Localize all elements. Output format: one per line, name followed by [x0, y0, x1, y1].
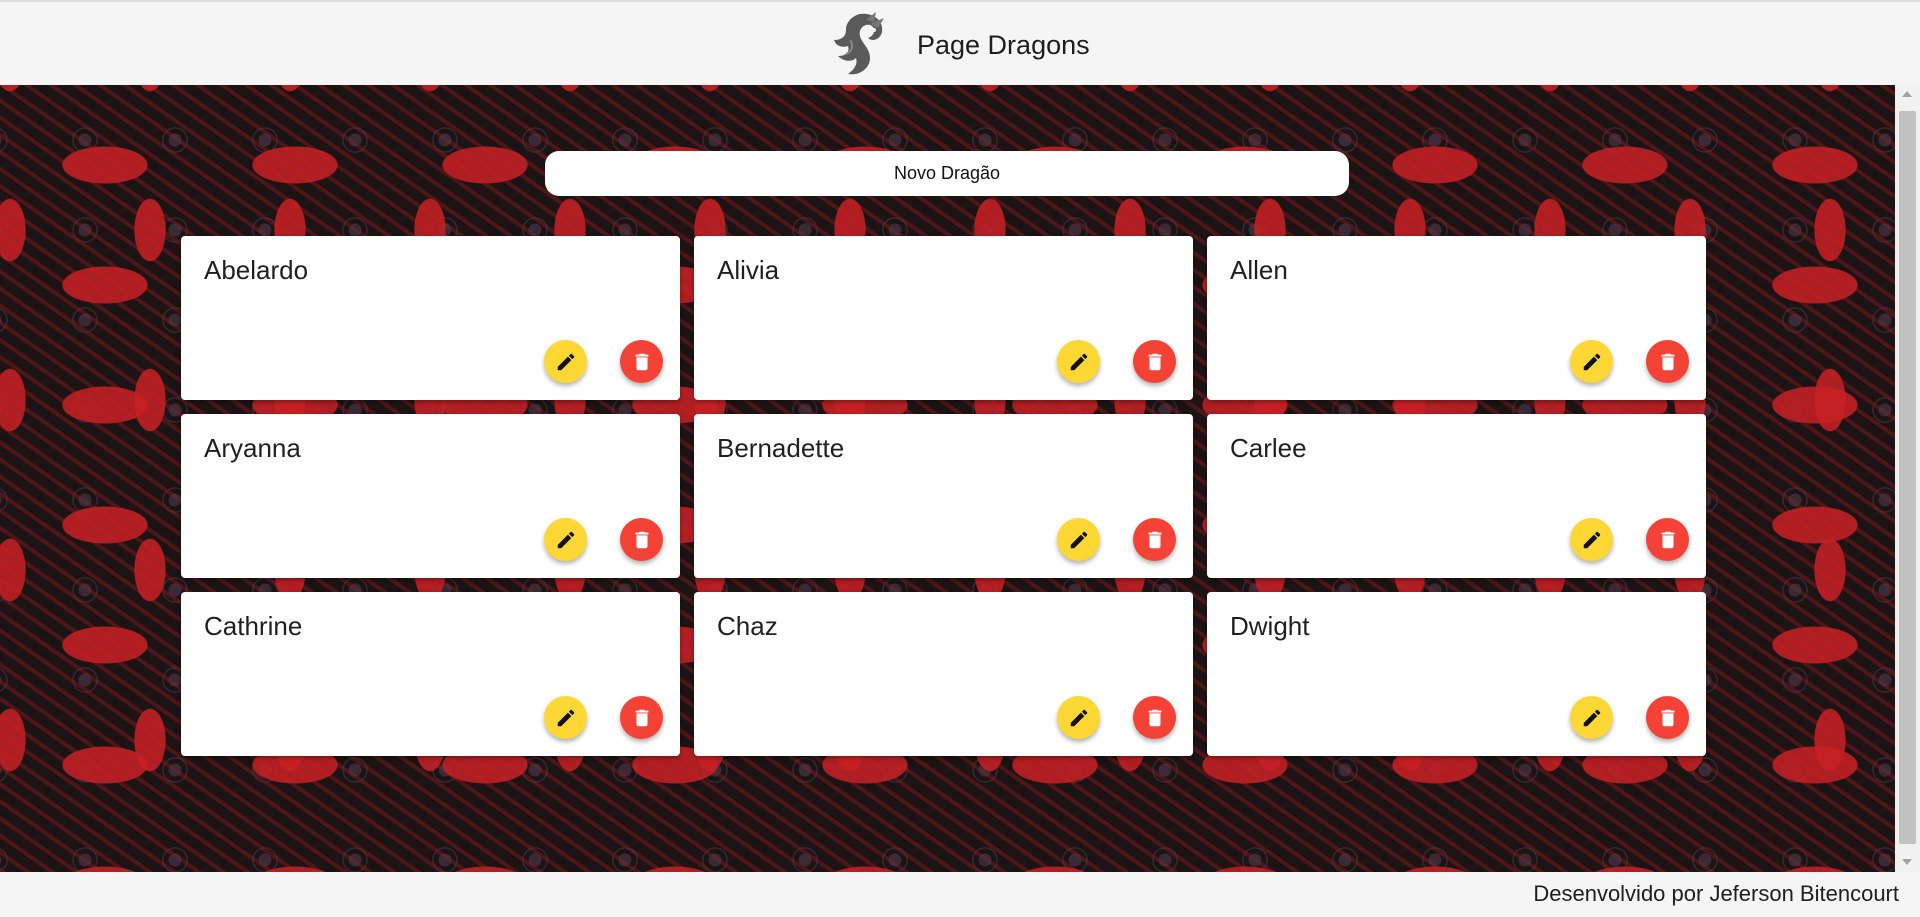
- edit-dragon-button[interactable]: [1570, 696, 1613, 739]
- trash-icon: [635, 531, 648, 548]
- dragon-name: Abelardo: [204, 255, 309, 285]
- trash-icon: [1148, 709, 1161, 726]
- new-dragon-button[interactable]: Novo Dragão: [545, 151, 1349, 196]
- edit-dragon-button[interactable]: [1057, 696, 1100, 739]
- dragon-name: Carlee: [1230, 433, 1307, 463]
- dragon-name: Aryanna: [204, 433, 301, 463]
- delete-dragon-button[interactable]: [620, 340, 663, 383]
- edit-dragon-button[interactable]: [1570, 340, 1613, 383]
- dragon-card: Cathrine: [181, 592, 680, 756]
- dragon-card: Allen: [1207, 236, 1706, 400]
- edit-dragon-button[interactable]: [544, 696, 587, 739]
- edit-dragon-button[interactable]: [544, 340, 587, 383]
- pencil-icon: [557, 531, 574, 548]
- developer-credit: Desenvolvido por Jeferson Bitencourt: [1533, 881, 1899, 906]
- pencil-icon: [1583, 709, 1600, 726]
- delete-dragon-button[interactable]: [1133, 696, 1176, 739]
- delete-dragon-button[interactable]: [1646, 518, 1689, 561]
- dragon-card: Aryanna: [181, 414, 680, 578]
- delete-dragon-button[interactable]: [1133, 340, 1176, 383]
- scroll-down-arrow-icon[interactable]: [1902, 859, 1912, 865]
- pencil-icon: [1070, 353, 1087, 370]
- vertical-scrollbar[interactable]: [1895, 85, 1920, 872]
- dragon-name: Dwight: [1230, 611, 1310, 641]
- trash-icon: [1148, 353, 1161, 370]
- dragon-card: Alivia: [694, 236, 1193, 400]
- app-header: Page Dragons: [0, 0, 1920, 85]
- trash-icon: [1661, 353, 1674, 370]
- trash-icon: [1661, 709, 1674, 726]
- dragon-card-grid: Abelardo Alivia Allen Aryanna Bernadette…: [181, 236, 1709, 756]
- app-footer: Desenvolvido por Jeferson Bitencourt: [0, 872, 1920, 917]
- dragon-card: Dwight: [1207, 592, 1706, 756]
- pencil-icon: [1583, 353, 1600, 370]
- dragon-card: Chaz: [694, 592, 1193, 756]
- dragon-name: Chaz: [717, 611, 778, 641]
- scroll-up-arrow-icon[interactable]: [1902, 91, 1912, 97]
- pencil-icon: [1583, 531, 1600, 548]
- dragon-name: Alivia: [717, 255, 780, 285]
- page-title: Page Dragons: [917, 30, 1090, 60]
- trash-icon: [1148, 531, 1161, 548]
- pencil-icon: [1070, 709, 1087, 726]
- trash-icon: [1661, 531, 1674, 548]
- edit-dragon-button[interactable]: [1570, 518, 1613, 561]
- dragon-list-area: Novo Dragão Abelardo Alivia Allen Aryann…: [0, 85, 1895, 872]
- dragon-card: Bernadette: [694, 414, 1193, 578]
- pencil-icon: [557, 353, 574, 370]
- dragon-name: Allen: [1230, 255, 1288, 285]
- pencil-icon: [557, 709, 574, 726]
- delete-dragon-button[interactable]: [1646, 340, 1689, 383]
- dragon-card: Abelardo: [181, 236, 680, 400]
- trash-icon: [635, 709, 648, 726]
- delete-dragon-button[interactable]: [620, 518, 663, 561]
- delete-dragon-button[interactable]: [1646, 696, 1689, 739]
- scrollbar-thumb[interactable]: [1899, 111, 1916, 844]
- delete-dragon-button[interactable]: [1133, 518, 1176, 561]
- edit-dragon-button[interactable]: [544, 518, 587, 561]
- dragon-name: Bernadette: [717, 433, 845, 463]
- edit-dragon-button[interactable]: [1057, 340, 1100, 383]
- dragon-name: Cathrine: [204, 611, 303, 641]
- dragon-card: Carlee: [1207, 414, 1706, 578]
- pencil-icon: [1070, 531, 1087, 548]
- delete-dragon-button[interactable]: [620, 696, 663, 739]
- edit-dragon-button[interactable]: [1057, 518, 1100, 561]
- dragon-logo-icon: [834, 12, 884, 75]
- trash-icon: [635, 353, 648, 370]
